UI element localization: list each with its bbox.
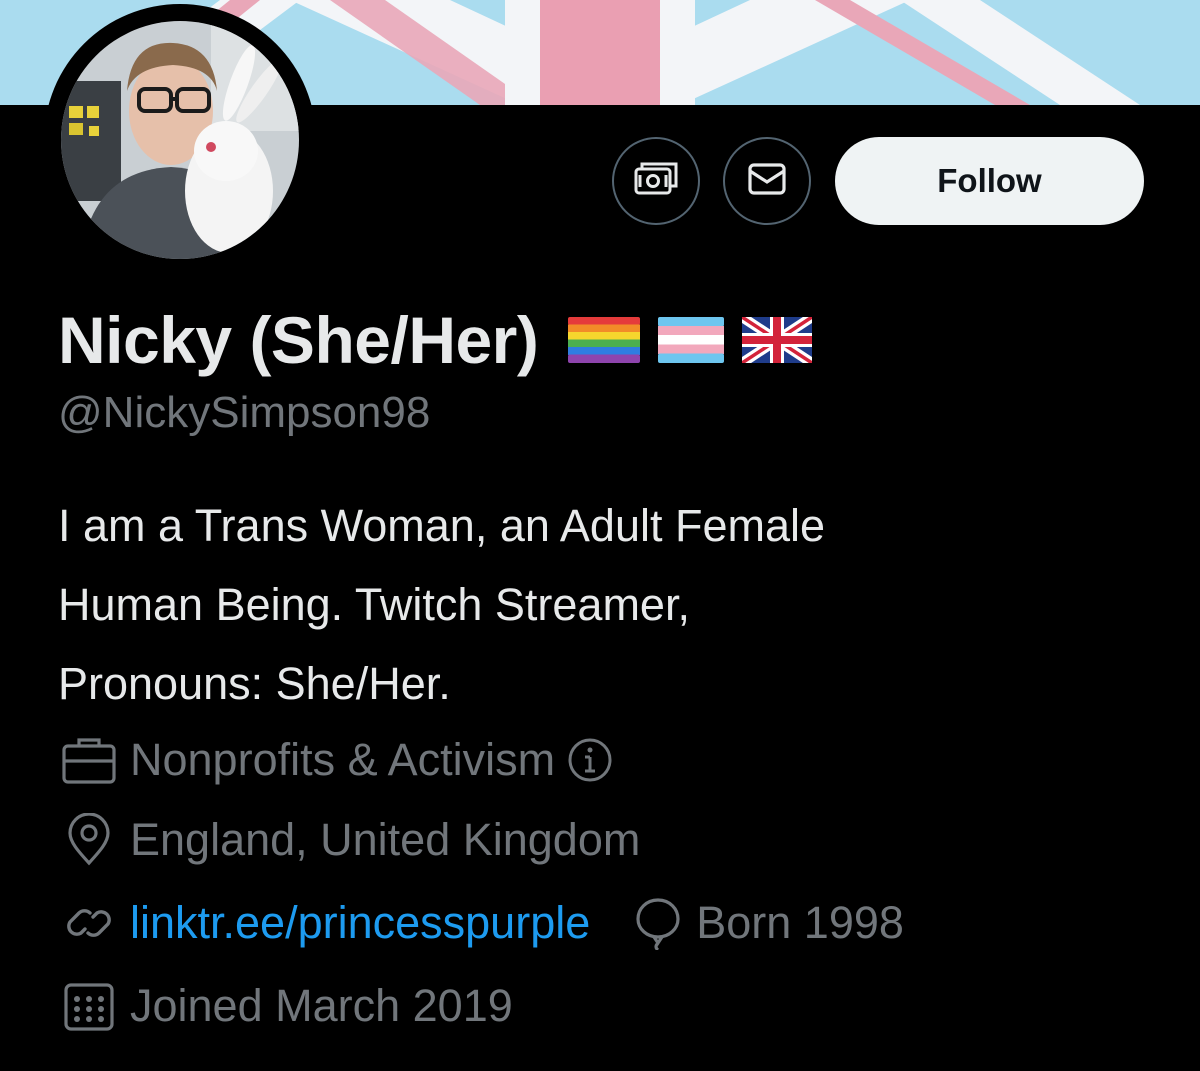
follow-button[interactable]: Follow — [835, 137, 1144, 225]
tip-button[interactable] — [612, 137, 700, 225]
profile-joined-date: Joined March 2019 — [130, 980, 513, 1031]
rainbow-pride-flag-icon — [568, 317, 641, 363]
transgender-flag-icon — [658, 317, 725, 363]
profile-location: England, United Kingdom — [130, 814, 641, 865]
envelope-icon — [745, 157, 789, 206]
bio-line: Pronouns: She/Her. — [58, 658, 451, 709]
joined-row: Joined March 2019 — [60, 976, 513, 1036]
name-flags — [568, 317, 813, 363]
avatar-photo — [61, 21, 299, 259]
profile-website-link[interactable]: linktr.ee/princesspurple — [130, 897, 590, 949]
briefcase-icon — [60, 734, 118, 786]
website-birthday-row: linktr.ee/princesspurple Born 1998 — [60, 893, 904, 953]
money-icon — [632, 155, 680, 208]
bio-line: Human Being. Twitch Streamer, — [58, 579, 690, 630]
display-name: Nicky (She/Her) — [58, 303, 539, 377]
profile-category: Nonprofits & Activism — [130, 734, 556, 785]
name-row: Nicky (She/Her) — [58, 300, 813, 380]
uk-flag-icon — [742, 317, 813, 363]
category-row: Nonprofits & Activism — [60, 730, 613, 790]
balloon-icon — [632, 896, 684, 950]
profile-birthday: Born 1998 — [696, 897, 904, 948]
location-row: England, United Kingdom — [60, 810, 640, 870]
website-item: linktr.ee/princesspurple — [60, 896, 590, 950]
message-button[interactable] — [723, 137, 811, 225]
info-icon[interactable] — [567, 737, 613, 783]
location-pin-icon — [60, 813, 118, 867]
bio-line: I am a Trans Woman, an Adult Female — [58, 500, 826, 551]
birthday-item: Born 1998 — [632, 896, 904, 950]
user-handle: @NickySimpson98 — [58, 388, 431, 437]
calendar-icon — [60, 979, 118, 1033]
link-icon — [60, 896, 118, 950]
profile-avatar[interactable] — [44, 4, 316, 276]
profile-bio: I am a Trans Woman, an Adult Female Huma… — [58, 486, 1138, 723]
